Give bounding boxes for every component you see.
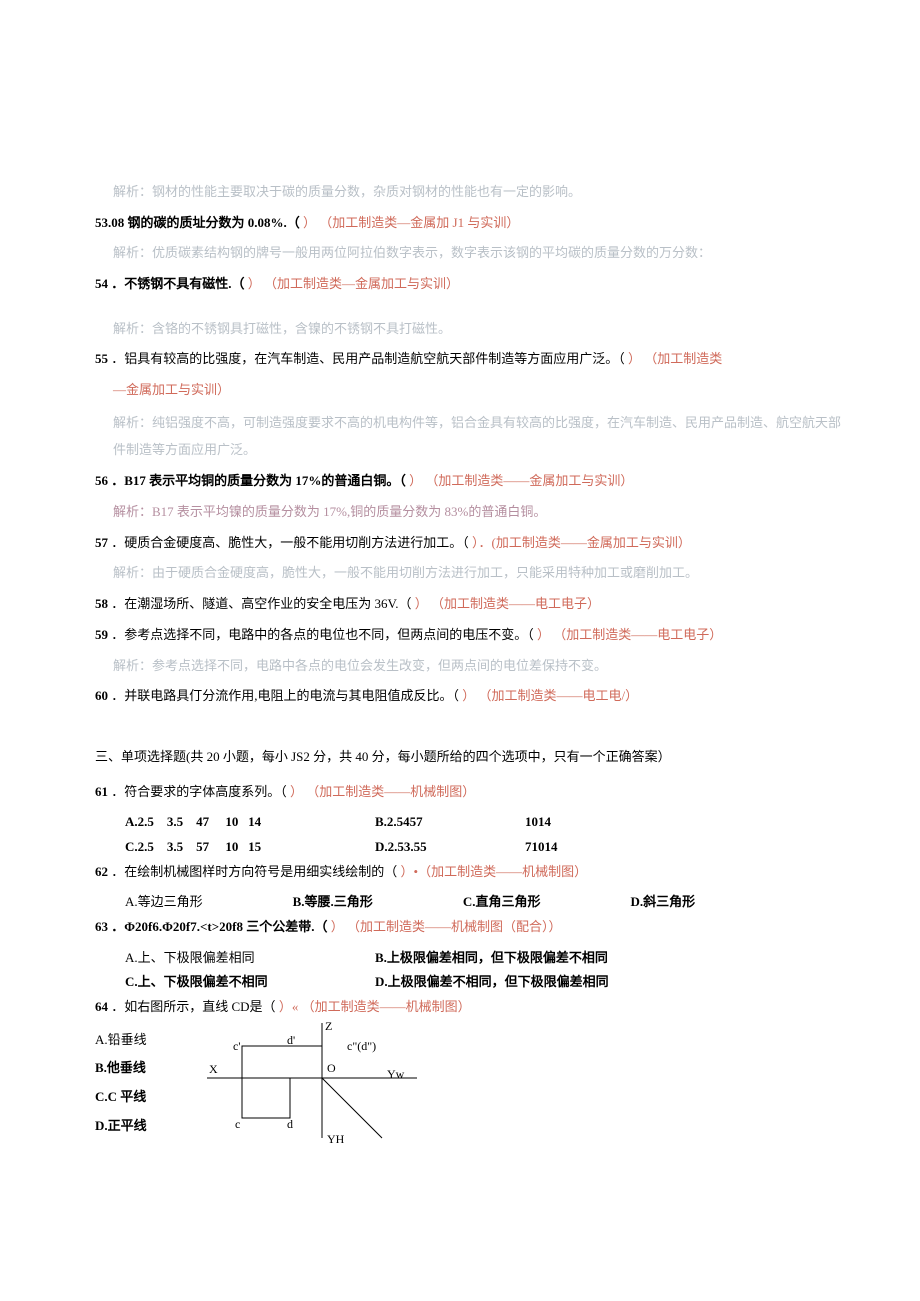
projection-diagram: Z X Yw YH c' d' c"(d") O c d bbox=[187, 1018, 437, 1148]
fig-dp: d' bbox=[287, 1033, 295, 1047]
q57-text: ．硬质合金硬度高、脆性大，一般不能用切削方法进行加工。（ bbox=[111, 535, 469, 550]
section-title: 三、单项选择题(共 20 小题，每小 JS2 分，共 40 分，每小题所给的四个… bbox=[95, 745, 845, 770]
q53-text: 53.08 钢的碳的质址分数为 0.08%.（ bbox=[95, 215, 300, 230]
question-55: 55 ．铝具有较高的比强度，在汽车制造、民用产品制造航空航天部件制造等方面应用广… bbox=[95, 347, 845, 372]
q61-optC: C.2.5 3.5 57 10 15 bbox=[125, 835, 325, 860]
q62-B: B.等腰.三角形 bbox=[293, 890, 373, 915]
q64-D: D.正平线 bbox=[95, 1112, 147, 1141]
q64-tag: ）« （加工制造类——机械制图） bbox=[279, 999, 471, 1014]
explanation-57: 解析：由于硬质合金硬度高，脆性大，一般不能用切削方法进行加工，只能采用特种加工或… bbox=[95, 561, 845, 586]
explanation-59: 解析：参考点选择不同，电路中各点的电位会发生改变，但两点间的电位差保持不变。 bbox=[95, 654, 845, 679]
fig-c: c bbox=[235, 1117, 240, 1131]
q57-num: 57 bbox=[95, 535, 108, 550]
question-61: 61 ．符合要求的字体高度系列。（ ） （加工制造类——机械制图） bbox=[95, 780, 845, 805]
q59-tag: ） （加工制造类——电工电子） bbox=[537, 627, 722, 642]
question-57: 57 ．硬质合金硬度高、脆性大，一般不能用切削方法进行加工。（ ）．(加工制造类… bbox=[95, 531, 845, 556]
explanation-55: 解析：纯铝强度不高，可制造强度要求不高的机电构件等，铝合金具有较高的比强度，在汽… bbox=[95, 409, 845, 464]
q61-optB: B.2.5457 bbox=[375, 810, 475, 835]
explanation-54: 解析：含铬的不锈钢具打磁性，含镍的不锈钢不具打磁性。 bbox=[95, 317, 845, 342]
q59-num: 59 bbox=[95, 627, 108, 642]
question-58: 58 ．在潮湿场所、隧道、高空作业的安全电压为 36V.（ ） （加工制造类——… bbox=[95, 592, 845, 617]
q62-text: ．在绘制机械图样时方向符号是用细实线绘制的（ bbox=[111, 864, 397, 879]
q54-text: ．不锈钢不具有磁性.（ bbox=[111, 276, 244, 291]
q62-D: D.斜三角形 bbox=[630, 890, 695, 915]
q58-tag: ） （加工制造类——电工电子） bbox=[415, 596, 600, 611]
q63-B: B.上极限偏差相同，但下极限偏差不相同 bbox=[375, 946, 608, 971]
q61-optB-num: 1014 bbox=[525, 810, 551, 835]
q60-num: 60 bbox=[95, 688, 108, 703]
q61-num: 61 bbox=[95, 784, 108, 799]
q55-tag: ） （加工制造类 bbox=[628, 351, 722, 366]
q54-num: 54 bbox=[95, 276, 108, 291]
question-60: 60 ．并联电路具仃分流作用,电阻上的电流与其电阻值成反比。（ ） （加工制造类… bbox=[95, 684, 845, 709]
q64-num: 64 bbox=[95, 999, 108, 1014]
q64-A: A.铅垂线 bbox=[95, 1026, 147, 1055]
q56-tag: ） （加工制造类——金属加工与实训） bbox=[409, 473, 633, 488]
q61-tag: ） （加工制造类——机械制图） bbox=[290, 784, 475, 799]
q64-options: A.铅垂线 B.他垂线 C.C 平线 D.正平线 bbox=[95, 1026, 147, 1140]
q63-tag: ） （加工制造类——机械制图（配合）） bbox=[331, 919, 562, 934]
q64-C: C.C 平线 bbox=[95, 1083, 147, 1112]
fig-cdpp: c"(d") bbox=[347, 1039, 376, 1053]
q56-text: ．B17 表示平均铜的质量分数为 17%的普通白铜。（ bbox=[111, 473, 406, 488]
q56-num: 56 bbox=[95, 473, 108, 488]
q64-text: ．如右图所示，直线 CD是（ bbox=[111, 999, 279, 1014]
fig-d: d bbox=[287, 1117, 293, 1131]
q58-num: 58 bbox=[95, 596, 108, 611]
q63-options: A.上、下极限偏差相同 B.上极限偏差相同，但下极限偏差不相同 C.上、下极限偏… bbox=[95, 946, 845, 995]
q64-body: A.铅垂线 B.他垂线 C.C 平线 D.正平线 Z X Yw bbox=[95, 1026, 845, 1148]
q63-text: ．Φ20f6.Φ20f7.<t>20f8 三个公差带.（ bbox=[111, 919, 327, 934]
fig-cp: c' bbox=[233, 1039, 241, 1053]
q62-num: 62 bbox=[95, 864, 108, 879]
q62-options: A.等边三角形 B.等腰.三角形 C.直角三角形 D.斜三角形 bbox=[95, 890, 845, 915]
question-62: 62 ．在绘制机械图样时方向符号是用细实线绘制的（ ）•（加工制造类——机械制图… bbox=[95, 860, 845, 885]
q61-optA: A.2.5 3.5 47 10 14 bbox=[125, 810, 325, 835]
explanation-56: 解析：B17 表示平均镍的质量分数为 17%,铜的质量分数为 83%的普通白铜。 bbox=[95, 500, 845, 525]
q61-optD-num: 71014 bbox=[525, 835, 558, 860]
q61-options-row2: C.2.5 3.5 57 10 15 D.2.53.55 71014 bbox=[95, 835, 845, 860]
explanation-53: 解析：优质碳素结构钢的牌号一般用两位阿拉伯数字表示，数字表示该钢的平均碳的质量分… bbox=[95, 241, 845, 266]
q60-text: ．并联电路具仃分流作用,电阻上的电流与其电阻值成反比。（ bbox=[111, 688, 459, 703]
question-53: 53.08 钢的碳的质址分数为 0.08%.（ ） （加工制造类—金属加 J1 … bbox=[95, 211, 845, 236]
q61-text: ．符合要求的字体高度系列。（ bbox=[111, 784, 287, 799]
q62-A: A.等边三角形 bbox=[125, 890, 203, 915]
question-64: 64 ．如右图所示，直线 CD是（ ）« （加工制造类——机械制图） bbox=[95, 995, 845, 1020]
fig-Yh: YH bbox=[327, 1132, 345, 1146]
q54-tag: ） （加工制造类—金属加工与实训） bbox=[248, 276, 459, 291]
fig-O: O bbox=[327, 1061, 336, 1075]
question-59: 59 ．参考点选择不同，电路中的各点的电位也不同，但两点间的电压不变。（ ） （… bbox=[95, 623, 845, 648]
q63-D: D.上极限偏差不相同，但下极限偏差相同 bbox=[375, 970, 609, 995]
fig-Z: Z bbox=[325, 1019, 332, 1033]
page-body: 解析：钢材的性能主要取决于碳的质量分数，杂质对钢材的性能也有一定的影响。 53.… bbox=[0, 0, 920, 1301]
q64-B: B.他垂线 bbox=[95, 1054, 147, 1083]
q55-num: 55 bbox=[95, 351, 108, 366]
fig-Yw: Yw bbox=[387, 1067, 405, 1081]
q58-text: ．在潮湿场所、隧道、高空作业的安全电压为 36V.（ bbox=[111, 596, 411, 611]
q63-C: C.上、下极限偏差不相同 bbox=[125, 970, 375, 995]
q61-options-row1: A.2.5 3.5 47 10 14 B.2.5457 1014 bbox=[95, 810, 845, 835]
q62-C: C.直角三角形 bbox=[463, 890, 541, 915]
question-54: 54 ．不锈钢不具有磁性.（ ） （加工制造类—金属加工与实训） bbox=[95, 272, 845, 297]
q55-text: ．铝具有较高的比强度，在汽车制造、民用产品制造航空航天部件制造等方面应用广泛。（ bbox=[111, 351, 625, 366]
q59-text: ．参考点选择不同，电路中的各点的电位也不同，但两点间的电压不变。（ bbox=[111, 627, 534, 642]
q62-tag: ）•（加工制造类——机械制图） bbox=[401, 864, 588, 879]
fig-X: X bbox=[209, 1062, 218, 1076]
q57-tag: ）．(加工制造类——金属加工与实训） bbox=[472, 535, 691, 550]
question-56: 56 ．B17 表示平均铜的质量分数为 17%的普通白铜。（ ） （加工制造类—… bbox=[95, 469, 845, 494]
q60-tag: ） （加工制造类——电工电/） bbox=[462, 688, 638, 703]
q53-tag: ） （加工制造类—金属加 J1 与实训） bbox=[303, 215, 519, 230]
q63-A: A.上、下极限偏差相同 bbox=[125, 946, 375, 971]
q63-num: 63 bbox=[95, 919, 108, 934]
explanation-52: 解析：钢材的性能主要取决于碳的质量分数，杂质对钢材的性能也有一定的影响。 bbox=[95, 180, 845, 205]
q55-cont: —金属加工与实训） bbox=[95, 378, 845, 403]
q61-optD: D.2.53.55 bbox=[375, 835, 475, 860]
question-63: 63 ．Φ20f6.Φ20f7.<t>20f8 三个公差带.（ ） （加工制造类… bbox=[95, 915, 845, 940]
